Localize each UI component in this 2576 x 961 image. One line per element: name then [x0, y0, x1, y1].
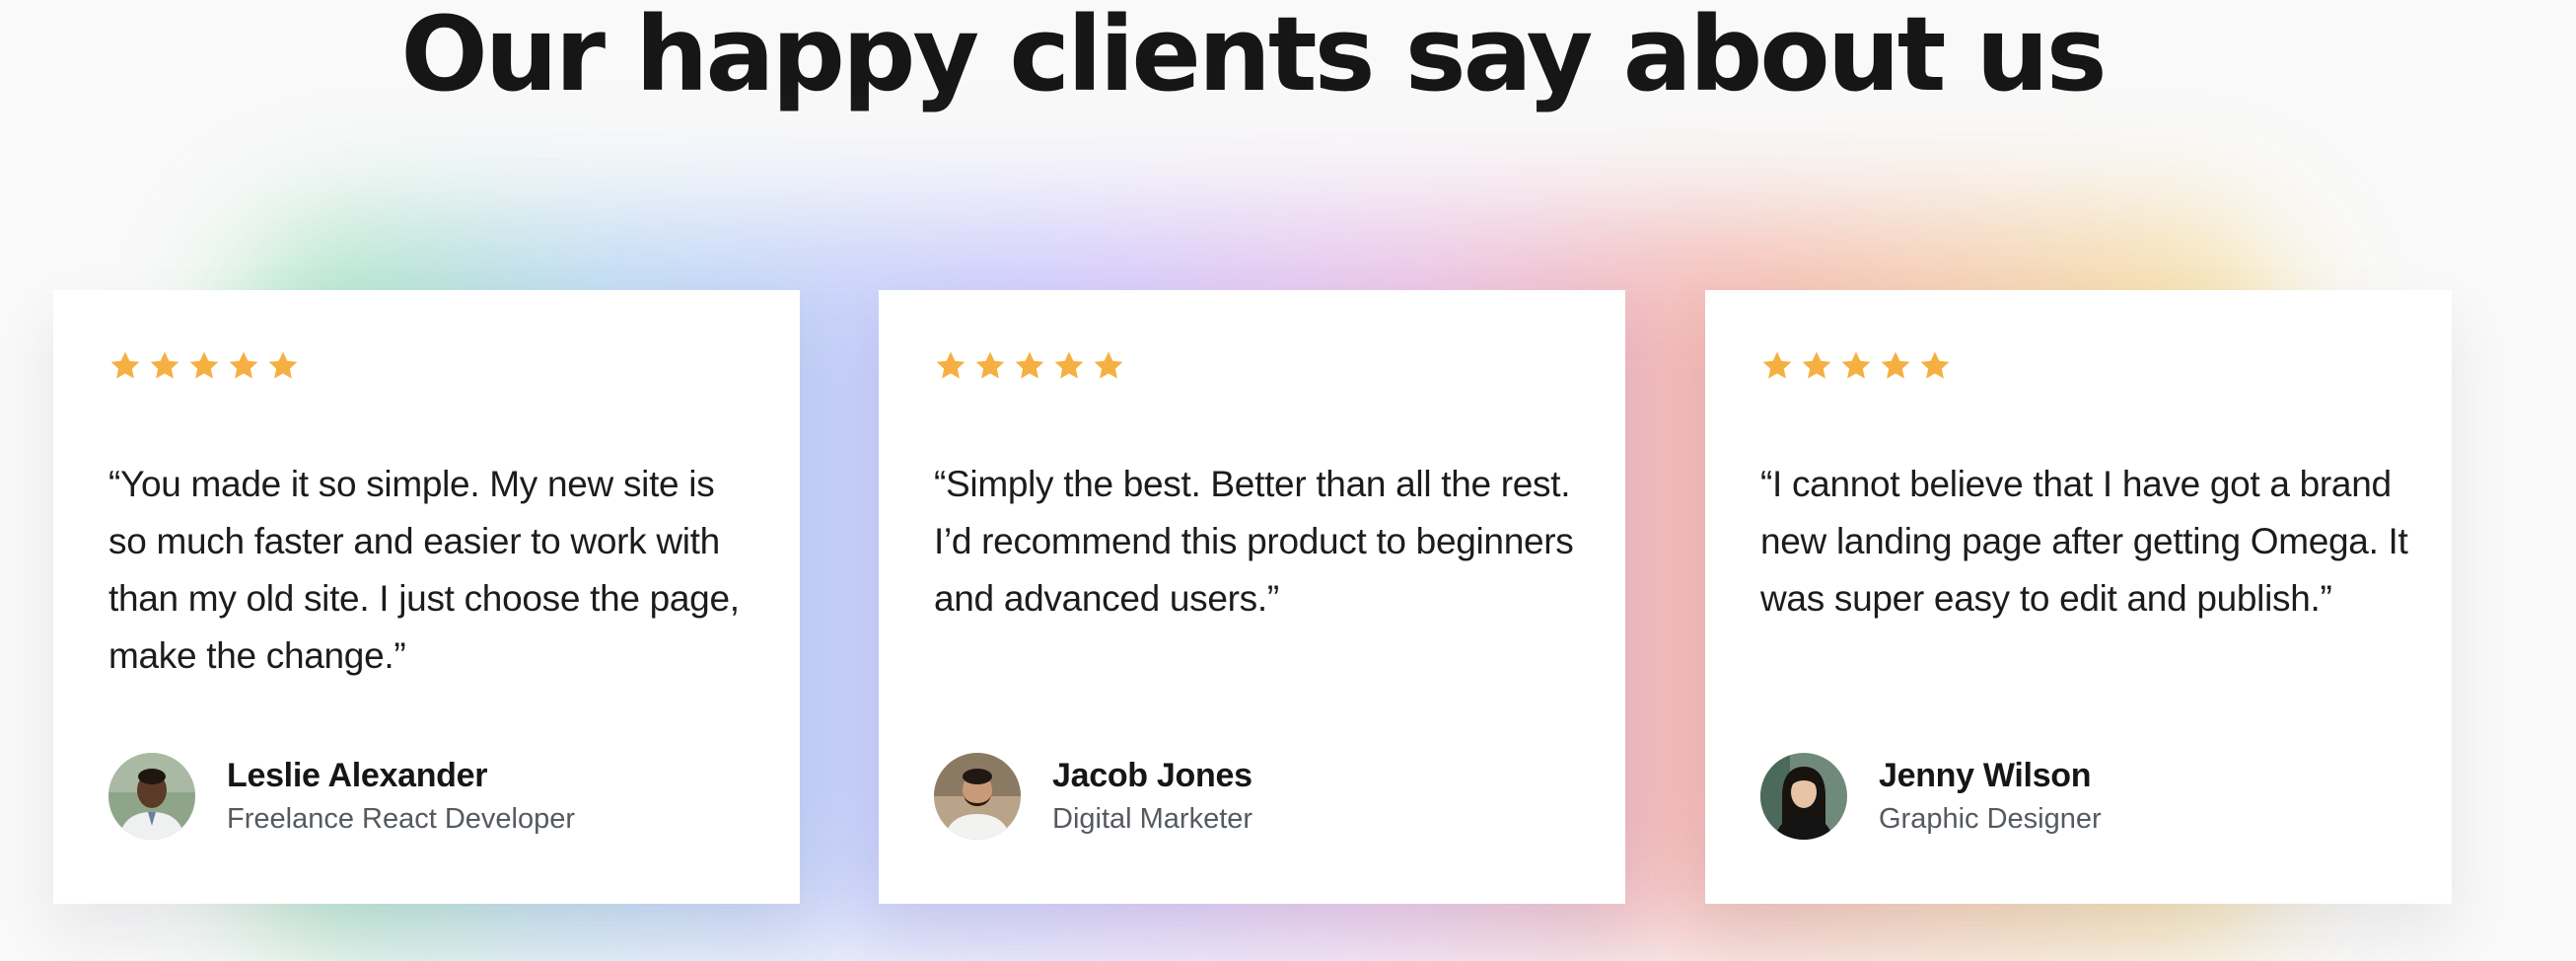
star-icon — [1839, 349, 1873, 383]
author-details: Jenny Wilson Graphic Designer — [1879, 754, 2102, 839]
star-icon — [108, 349, 142, 383]
author-name: Jacob Jones — [1052, 757, 1252, 794]
testimonial-card: “You made it so simple. My new site is s… — [53, 290, 800, 904]
star-icon — [266, 349, 300, 383]
author-name: Leslie Alexander — [227, 757, 488, 794]
star-icon — [934, 349, 967, 383]
star-icon — [973, 349, 1007, 383]
star-icon — [148, 349, 181, 383]
author-role: Freelance React Developer — [227, 803, 576, 835]
testimonial-quote: “Simply the best. Better than all the re… — [934, 464, 1574, 619]
star-rating — [934, 349, 1125, 383]
testimonial-quote: “I cannot believe that I have got a bran… — [1760, 464, 2408, 619]
star-icon — [187, 349, 221, 383]
star-rating — [108, 349, 300, 383]
avatar — [934, 753, 1021, 840]
star-icon — [1013, 349, 1046, 383]
section-heading: Our happy clients say about us — [400, 0, 2107, 114]
avatar — [108, 753, 195, 840]
author-role: Graphic Designer — [1879, 803, 2102, 835]
author-details: Leslie Alexander Freelance React Develop… — [227, 754, 575, 839]
author-role: Digital Marketer — [1052, 803, 1253, 835]
avatar — [1760, 753, 1847, 840]
star-icon — [1918, 349, 1952, 383]
testimonial-quote: “You made it so simple. My new site is s… — [108, 464, 740, 676]
star-icon — [1879, 349, 1912, 383]
star-rating — [1760, 349, 1952, 383]
star-icon — [1092, 349, 1125, 383]
star-icon — [227, 349, 260, 383]
author-name: Jenny Wilson — [1879, 757, 2092, 794]
star-icon — [1760, 349, 1794, 383]
testimonial-cards: “You made it so simple. My new site is s… — [53, 290, 2452, 904]
testimonial-card: “Simply the best. Better than all the re… — [879, 290, 1625, 904]
star-icon — [1800, 349, 1833, 383]
testimonial-author: Leslie Alexander Freelance React Develop… — [108, 752, 575, 841]
author-details: Jacob Jones Digital Marketer — [1052, 754, 1252, 839]
testimonial-author: Jenny Wilson Graphic Designer — [1760, 752, 2102, 841]
star-icon — [1052, 349, 1086, 383]
testimonials-section: Our happy clients say about us “You made… — [0, 0, 2576, 961]
testimonial-author: Jacob Jones Digital Marketer — [934, 752, 1252, 841]
testimonial-card: “I cannot believe that I have got a bran… — [1705, 290, 2452, 904]
